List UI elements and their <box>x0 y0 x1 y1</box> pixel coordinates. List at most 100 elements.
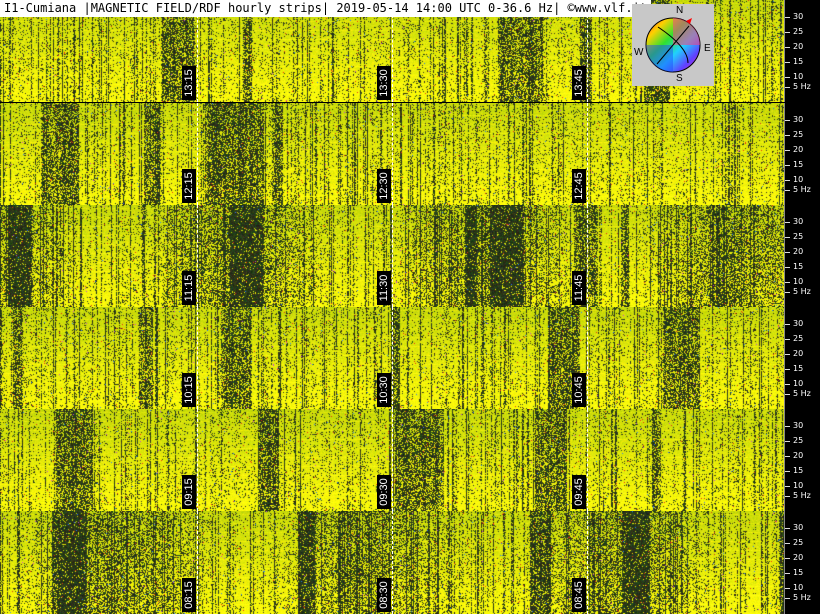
axis-tick: 10 <box>785 175 820 185</box>
time-marker-text: 09:45 <box>573 478 585 506</box>
tick-mark <box>785 62 790 63</box>
tick-mark <box>785 598 790 599</box>
axis-tick: 20 <box>785 42 820 52</box>
frequency-axis: 30 25 20 15 10 5 Hz <box>784 409 820 511</box>
time-marker-text: 09:15 <box>183 478 195 506</box>
tick-label: 10 <box>793 277 804 286</box>
axis-tick: 30 <box>785 523 820 533</box>
tick-label: 30 <box>793 115 804 124</box>
time-marker-line <box>587 103 588 205</box>
frequency-axis: 30 25 20 15 10 5 Hz <box>784 511 820 614</box>
axis-tick: 25 <box>785 27 820 37</box>
axis-tick: 25 <box>785 436 820 446</box>
time-marker-label: 11:15 <box>182 271 196 305</box>
time-marker-line <box>197 511 198 614</box>
tick-mark <box>785 543 790 544</box>
time-marker-text: 09:30 <box>378 478 390 506</box>
tick-label: 10 <box>793 481 804 490</box>
compass-rose-icon <box>645 17 701 73</box>
tick-label: 30 <box>793 421 804 430</box>
tick-mark <box>785 150 790 151</box>
time-marker-line <box>392 307 393 409</box>
tick-label: 15 <box>793 57 804 66</box>
axis-tick: 5 Hz <box>785 185 820 195</box>
time-marker-line <box>392 205 393 307</box>
axis-tick: 5 Hz <box>785 593 820 603</box>
time-marker-text: 10:30 <box>378 376 390 404</box>
tick-label: 10 <box>793 583 804 592</box>
tick-label: 30 <box>793 217 804 226</box>
time-marker-label: 09:45 <box>572 475 586 509</box>
hourly-strip: 30 25 20 15 10 5 Hz 09:15 09:30 09:45 <box>0 409 820 511</box>
axis-tick: 20 <box>785 247 820 257</box>
time-marker-text: 12:45 <box>573 172 585 200</box>
time-marker-text: 10:45 <box>573 376 585 404</box>
tick-mark <box>785 190 790 191</box>
tick-mark <box>785 252 790 253</box>
axis-tick: 15 <box>785 568 820 578</box>
compass-label-s: S <box>676 73 683 84</box>
tick-label: 30 <box>793 523 804 532</box>
compass-label-e: E <box>704 43 711 54</box>
time-marker-text: 13:30 <box>378 69 390 97</box>
time-marker-label: 13:30 <box>377 66 391 100</box>
tick-label: 30 <box>793 319 804 328</box>
time-marker-label: 11:30 <box>377 271 391 305</box>
tick-mark <box>785 324 790 325</box>
axis-tick: 10 <box>785 277 820 287</box>
time-marker-line <box>392 409 393 511</box>
tick-mark <box>785 588 790 589</box>
time-marker-line <box>197 307 198 409</box>
tick-label: 5 Hz <box>793 593 811 602</box>
axis-tick: 10 <box>785 379 820 389</box>
time-marker-line <box>587 307 588 409</box>
time-marker-line <box>197 205 198 307</box>
tick-mark <box>785 369 790 370</box>
axis-tick: 5 Hz <box>785 287 820 297</box>
time-marker-label: 08:15 <box>182 578 196 612</box>
tick-mark <box>785 32 790 33</box>
tick-mark <box>785 77 790 78</box>
axis-tick: 15 <box>785 466 820 476</box>
tick-label: 30 <box>793 12 804 21</box>
time-marker-text: 12:30 <box>378 172 390 200</box>
time-marker-text: 12:15 <box>183 172 195 200</box>
tick-label: 15 <box>793 262 804 271</box>
axis-tick: 30 <box>785 421 820 431</box>
tick-label: 5 Hz <box>793 287 811 296</box>
tick-label: 20 <box>793 145 804 154</box>
tick-mark <box>785 394 790 395</box>
tick-mark <box>785 496 790 497</box>
time-marker-label: 10:15 <box>182 373 196 407</box>
time-marker-line <box>587 409 588 511</box>
frequency-axis: 30 25 20 15 10 5 Hz <box>784 0 820 102</box>
title-bar: I1-Cumiana |MAGNETIC FIELD/RDF hourly st… <box>0 0 651 17</box>
time-marker-line <box>197 409 198 511</box>
tick-label: 25 <box>793 538 804 547</box>
tick-label: 5 Hz <box>793 389 811 398</box>
time-marker-label: 10:45 <box>572 373 586 407</box>
tick-mark <box>785 426 790 427</box>
time-marker-label: 11:45 <box>572 271 586 305</box>
axis-tick: 15 <box>785 262 820 272</box>
time-marker-label: 12:15 <box>182 169 196 203</box>
axis-tick: 5 Hz <box>785 491 820 501</box>
hourly-strip: 30 25 20 15 10 5 Hz 11:15 11:30 11:45 <box>0 205 820 307</box>
axis-tick: 5 Hz <box>785 389 820 399</box>
tick-label: 20 <box>793 553 804 562</box>
tick-mark <box>785 47 790 48</box>
tick-mark <box>785 528 790 529</box>
tick-mark <box>785 267 790 268</box>
tick-label: 5 Hz <box>793 82 811 91</box>
frequency-axis: 30 25 20 15 10 5 Hz <box>784 205 820 307</box>
tick-mark <box>785 573 790 574</box>
tick-label: 15 <box>793 364 804 373</box>
time-marker-label: 13:45 <box>572 66 586 100</box>
axis-tick: 20 <box>785 145 820 155</box>
tick-label: 5 Hz <box>793 185 811 194</box>
hourly-strip: 30 25 20 15 10 5 Hz 12:15 12:30 12:45 <box>0 103 820 205</box>
axis-tick: 30 <box>785 319 820 329</box>
axis-tick: 25 <box>785 232 820 242</box>
time-marker-text: 11:30 <box>378 274 390 302</box>
tick-mark <box>785 384 790 385</box>
